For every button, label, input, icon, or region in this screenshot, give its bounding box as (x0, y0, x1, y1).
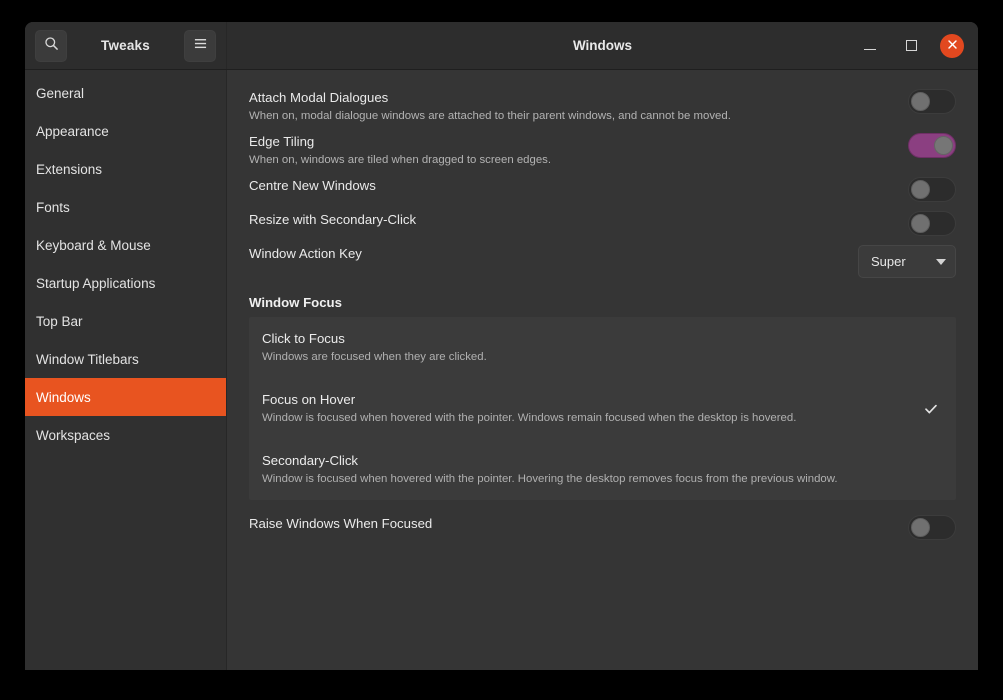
row-title: Attach Modal Dialogues (249, 90, 389, 105)
focus-option-title: Focus on Hover (262, 392, 356, 407)
row-control: Super (858, 244, 956, 278)
sidebar-item-label: Workspaces (36, 427, 111, 443)
switch-knob (911, 518, 930, 537)
row-texts: Centre New Windows (249, 176, 908, 195)
focus-option-click-to-focus[interactable]: Click to Focus Windows are focused when t… (249, 317, 956, 378)
row-subtitle: When on, modal dialogue windows are atta… (249, 110, 731, 122)
close-button[interactable] (940, 33, 964, 58)
header-left-pane: Tweaks (25, 22, 227, 69)
row-title: Centre New Windows (249, 178, 376, 193)
hamburger-menu-icon (193, 37, 208, 55)
checkmark-icon (922, 400, 940, 418)
minimize-icon (864, 48, 876, 51)
focus-option-texts: Focus on Hover Window is focused when hov… (262, 391, 922, 426)
raise-windows-row: Raise Windows When Focused (249, 510, 956, 544)
raise-windows-control (908, 514, 956, 540)
switch-attach-modal-dialogues[interactable] (908, 89, 956, 114)
sidebar-item-keyboard-mouse[interactable]: Keyboard & Mouse (25, 226, 226, 264)
focus-option-texts: Secondary-Click Window is focused when ho… (262, 452, 922, 487)
sidebar-item-top-bar[interactable]: Top Bar (25, 302, 226, 340)
minimize-button[interactable] (858, 34, 882, 58)
row-resize-with-secondary-click: Resize with Secondary-Click (249, 206, 956, 240)
switch-centre-new-windows[interactable] (908, 177, 956, 202)
row-control (908, 132, 956, 158)
row-title: Edge Tiling (249, 134, 315, 149)
row-texts: Edge Tiling When on, windows are tiled wh… (249, 132, 908, 168)
sidebar-item-label: Startup Applications (36, 275, 156, 291)
sidebar-item-label: Window Titlebars (36, 351, 139, 367)
window-focus-list: Click to Focus Windows are focused when t… (249, 317, 956, 500)
app-title: Tweaks (101, 38, 150, 53)
close-icon (947, 37, 958, 55)
content-area: Attach Modal Dialogues When on, modal dia… (227, 70, 978, 670)
focus-option-focus-on-hover[interactable]: Focus on Hover Window is focused when hov… (249, 378, 956, 439)
focus-option-subtitle: Windows are focused when they are clicke… (262, 351, 487, 363)
sidebar-item-workspaces[interactable]: Workspaces (25, 416, 226, 454)
sidebar-item-label: Keyboard & Mouse (36, 237, 151, 253)
search-icon (44, 36, 59, 56)
sidebar-item-label: Extensions (36, 161, 103, 177)
sidebar-item-appearance[interactable]: Appearance (25, 112, 226, 150)
row-title: Resize with Secondary-Click (249, 212, 417, 227)
focus-option-subtitle: Window is focused when hovered with the … (262, 473, 838, 485)
header-right-pane: Windows (227, 22, 978, 69)
sidebar-item-startup-applications[interactable]: Startup Applications (25, 264, 226, 302)
sidebar-item-label: Fonts (36, 199, 70, 215)
window-focus-heading: Window Focus (249, 295, 342, 310)
focus-option-title: Click to Focus (262, 331, 345, 346)
row-control (908, 88, 956, 114)
sidebar-item-windows[interactable]: Windows (25, 378, 226, 416)
sidebar-item-window-titlebars[interactable]: Window Titlebars (25, 340, 226, 378)
sidebar-item-label: Appearance (36, 123, 109, 139)
row-window-action-key: Window Action Key Super (249, 240, 956, 282)
row-subtitle: When on, windows are tiled when dragged … (249, 154, 552, 166)
focus-option-title: Secondary-Click (262, 453, 359, 468)
header-bar: Tweaks Windows (25, 22, 978, 70)
dropdown-window-action-key[interactable]: Super (858, 245, 956, 278)
sidebar-item-extensions[interactable]: Extensions (25, 150, 226, 188)
settings-rows: Attach Modal Dialogues When on, modal dia… (249, 84, 956, 282)
sidebar: General Appearance Extensions Fonts Keyboard… (25, 70, 227, 670)
sidebar-item-label: General (36, 85, 85, 101)
row-title: Window Action Key (249, 246, 362, 261)
maximize-icon (905, 40, 917, 51)
row-texts: Attach Modal Dialogues When on, modal dia… (249, 88, 908, 124)
switch-resize-with-secondary-click[interactable] (908, 211, 956, 236)
focus-option-secondary-click[interactable]: Secondary-Click Window is focused when ho… (249, 439, 956, 500)
row-control (908, 210, 956, 236)
chevron-down-icon (936, 258, 946, 265)
sidebar-item-label: Windows (36, 389, 91, 405)
switch-edge-tiling[interactable] (908, 133, 956, 158)
focus-option-subtitle: Window is focused when hovered with the … (262, 412, 797, 424)
row-attach-modal-dialogues: Attach Modal Dialogues When on, modal dia… (249, 84, 956, 128)
row-centre-new-windows: Centre New Windows (249, 172, 956, 206)
window-body: General Appearance Extensions Fonts Keyboard… (25, 70, 978, 670)
switch-knob (911, 92, 930, 111)
switch-knob (934, 136, 953, 155)
row-texts: Window Action Key (249, 244, 858, 263)
row-texts: Resize with Secondary-Click (249, 210, 908, 229)
raise-windows-texts: Raise Windows When Focused (249, 514, 908, 533)
sidebar-item-label: Top Bar (36, 313, 83, 329)
row-edge-tiling: Edge Tiling When on, windows are tiled wh… (249, 128, 956, 172)
row-control (908, 176, 956, 202)
raise-windows-label: Raise Windows When Focused (249, 516, 433, 531)
maximize-button[interactable] (899, 34, 923, 58)
dropdown-value: Super (871, 254, 906, 269)
menu-button[interactable] (184, 29, 216, 62)
search-button[interactable] (35, 29, 67, 62)
switch-knob (911, 180, 930, 199)
sidebar-item-fonts[interactable]: Fonts (25, 188, 226, 226)
window-controls (858, 33, 964, 58)
tweaks-window: Tweaks Windows General Appearance Extens… (25, 22, 978, 670)
raise-windows-switch[interactable] (908, 515, 956, 540)
switch-knob (911, 214, 930, 233)
focus-option-texts: Click to Focus Windows are focused when t… (262, 330, 922, 365)
sidebar-item-general[interactable]: General (25, 74, 226, 112)
